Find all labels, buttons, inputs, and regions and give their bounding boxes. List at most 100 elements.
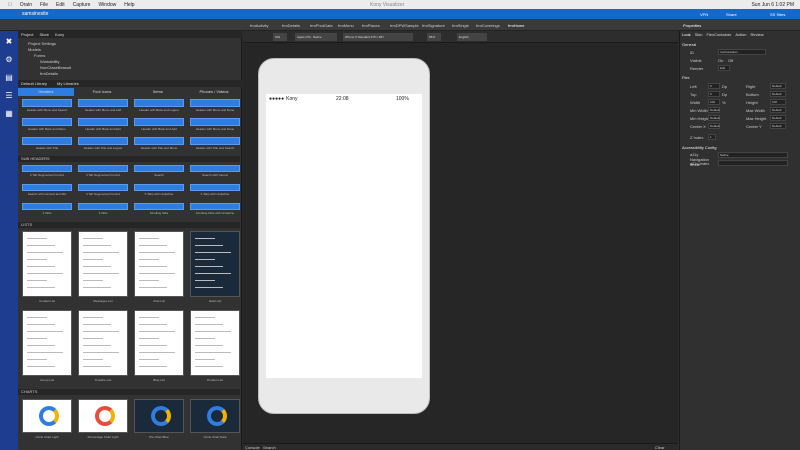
flex-prop-value[interactable]: Default xyxy=(708,123,720,129)
phone-screen[interactable] xyxy=(266,94,422,378)
chart-widget-thumb[interactable] xyxy=(22,399,72,433)
header-widget-thumb[interactable] xyxy=(190,137,240,145)
list-icon[interactable]: ☰ xyxy=(4,91,14,101)
share-button[interactable]: Share xyxy=(726,12,737,17)
sub-header-thumb[interactable] xyxy=(190,165,240,172)
menu-edit[interactable]: Edit xyxy=(56,2,65,8)
sub-header-thumb[interactable] xyxy=(134,184,184,191)
tab-project[interactable]: Project xyxy=(21,32,33,37)
language-select[interactable]: English xyxy=(457,33,487,41)
menu-file[interactable]: File xyxy=(40,2,48,8)
tab-form-0[interactable]: frmActivity xyxy=(250,21,268,29)
flex-prop-value-right[interactable]: Default xyxy=(770,107,786,113)
list-widget-thumb[interactable] xyxy=(190,310,240,376)
platform-select[interactable]: IOS xyxy=(273,33,287,41)
a11y-nav-field[interactable]: Native xyxy=(718,152,788,158)
zoom-level[interactable]: 65% xyxy=(427,33,441,41)
list-widget-thumb[interactable] xyxy=(190,231,240,297)
tab-action[interactable]: Action xyxy=(735,32,746,37)
flex-prop-value[interactable]: Default xyxy=(708,115,720,121)
list-widget-thumb[interactable] xyxy=(78,231,128,297)
header-widget-thumb[interactable] xyxy=(78,99,128,107)
tree-workability[interactable]: Workability xyxy=(40,59,60,64)
segment-items[interactable]: Items xyxy=(130,88,186,96)
tab-form-5[interactable]: frmDPWSample xyxy=(390,21,419,29)
render-edit-button[interactable]: Edit xyxy=(718,65,730,71)
tab-form-active[interactable]: frmHome xyxy=(508,21,524,29)
segment-phones[interactable]: Phones / Videos xyxy=(186,88,242,96)
header-widget-thumb[interactable] xyxy=(134,118,184,126)
tab-form-1[interactable]: frmDetails xyxy=(282,21,300,29)
tab-form-4[interactable]: frmPlaces xyxy=(362,21,380,29)
visible-on-radio[interactable]: On xyxy=(718,58,723,63)
zindex-field[interactable]: 1 xyxy=(708,134,716,140)
section-lists[interactable]: LISTS xyxy=(18,222,240,228)
tab-form-8[interactable]: frmCoverings xyxy=(476,21,500,29)
flex-prop-value[interactable]: Default xyxy=(708,107,720,113)
tab-review[interactable]: Review xyxy=(751,32,764,37)
header-widget-thumb[interactable] xyxy=(22,137,72,145)
header-widget-thumb[interactable] xyxy=(78,137,128,145)
flex-prop-unit[interactable]: Dp xyxy=(722,84,727,89)
list-widget-thumb[interactable] xyxy=(22,231,72,297)
sub-header-thumb[interactable] xyxy=(134,165,184,172)
chart-widget-thumb[interactable] xyxy=(78,399,128,433)
flex-prop-value-right[interactable]: Default xyxy=(770,83,786,89)
list-widget-thumb[interactable] xyxy=(78,310,128,376)
document-icon[interactable]: ▤ xyxy=(4,73,14,83)
search-tab[interactable]: Search xyxy=(263,445,276,450)
tab-flexcontainer[interactable]: FlexContainer xyxy=(706,32,731,37)
flex-prop-value[interactable]: 0 xyxy=(708,91,720,97)
tree-models[interactable]: Models xyxy=(28,47,41,52)
header-widget-thumb[interactable] xyxy=(134,137,184,145)
device-select[interactable]: iPhone 6 Standard 375 x 667 xyxy=(343,33,413,41)
flex-prop-unit[interactable]: % xyxy=(722,100,726,105)
user-menu[interactable]: SS Sites xyxy=(770,12,785,17)
tree-forms[interactable]: Forms xyxy=(34,53,45,58)
tools-icon[interactable]: ✖ xyxy=(4,37,14,47)
flex-prop-value-right[interactable]: Default xyxy=(770,123,786,129)
tab-form-7[interactable]: frmSingle xyxy=(452,21,469,29)
sub-header-thumb[interactable] xyxy=(190,184,240,191)
sub-header-thumb[interactable] xyxy=(22,165,72,172)
header-widget-thumb[interactable] xyxy=(78,118,128,126)
tree-project-settings[interactable]: Project Settings xyxy=(28,41,56,46)
sub-header-thumb[interactable] xyxy=(78,203,128,210)
menu-app[interactable]: Orain xyxy=(20,2,32,8)
chart-widget-thumb[interactable] xyxy=(190,399,240,433)
tab-default-library[interactable]: Default Library xyxy=(21,81,47,86)
flex-prop-value-right[interactable]: Default xyxy=(770,91,786,97)
menu-capture[interactable]: Capture xyxy=(73,2,91,8)
vpn-status[interactable]: VPN xyxy=(700,12,708,17)
sub-header-thumb[interactable] xyxy=(22,203,72,210)
tab-form-3[interactable]: frmMenu xyxy=(338,21,354,29)
segment-headers[interactable]: Headers xyxy=(18,88,74,96)
visible-off-radio[interactable]: Off xyxy=(728,58,733,63)
tree-item[interactable]: NonCtaseBeasuit xyxy=(40,65,71,70)
sub-header-thumb[interactable] xyxy=(78,165,128,172)
flex-prop-value[interactable]: 100 xyxy=(708,99,720,105)
tab-form-6[interactable]: frmSignature xyxy=(422,21,445,29)
section-charts[interactable]: CHARTS xyxy=(18,389,240,395)
apple-icon[interactable]:  xyxy=(8,2,12,8)
tree-details[interactable]: frmDetails xyxy=(40,71,58,76)
header-widget-thumb[interactable] xyxy=(22,99,72,107)
flex-prop-value-right[interactable]: Default xyxy=(770,115,786,121)
tab-my-libraries[interactable]: My Libraries xyxy=(57,81,79,86)
sub-header-thumb[interactable] xyxy=(190,203,240,210)
tab-kony[interactable]: Kony xyxy=(55,32,64,37)
grid-icon[interactable]: ▦ xyxy=(4,109,14,119)
console-tab[interactable]: Console xyxy=(245,445,260,450)
general-section[interactable]: General xyxy=(682,42,696,47)
tab-store[interactable]: Store xyxy=(39,32,49,37)
flex-prop-unit[interactable]: Dp xyxy=(722,92,727,97)
menu-window[interactable]: Window xyxy=(98,2,116,8)
list-widget-thumb[interactable] xyxy=(134,231,184,297)
header-widget-thumb[interactable] xyxy=(22,118,72,126)
project-name[interactable]: samsinesite xyxy=(22,11,48,17)
id-field[interactable]: rowContainer xyxy=(718,49,766,55)
a11y-index-field[interactable] xyxy=(718,160,788,166)
flex-section[interactable]: Flex xyxy=(682,75,690,80)
sub-header-thumb[interactable] xyxy=(22,184,72,191)
wrench-icon[interactable]: ⚙ xyxy=(4,55,14,65)
